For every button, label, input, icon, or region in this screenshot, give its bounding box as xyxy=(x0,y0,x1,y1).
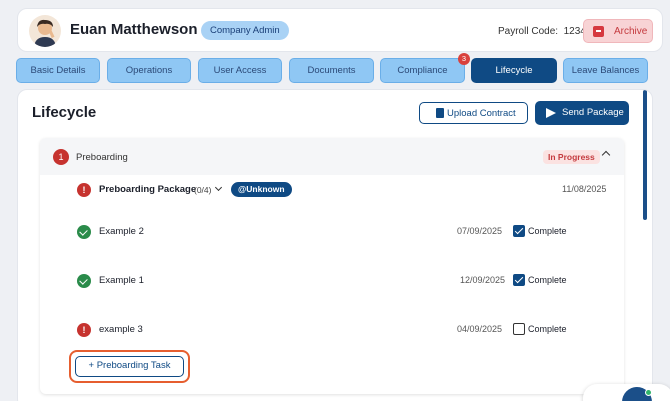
avatar xyxy=(29,15,61,47)
task-date: 07/09/2025 xyxy=(457,226,503,236)
lifecycle-panel: Lifecycle Upload Contract Send Package 1… xyxy=(17,89,653,401)
task-row: example 3 04/09/2025 Complete xyxy=(40,323,624,343)
send-icon xyxy=(546,108,556,118)
add-task-highlight: + Preboarding Task xyxy=(69,350,190,383)
task-date: 04/09/2025 xyxy=(457,324,503,334)
check-circle-icon xyxy=(77,225,91,239)
section-header[interactable]: 1 Preboarding In Progress xyxy=(40,138,624,175)
document-icon xyxy=(436,108,444,118)
archive-icon xyxy=(593,26,604,37)
send-package-button[interactable]: Send Package xyxy=(535,101,629,125)
section-title: Preboarding xyxy=(76,152,128,163)
preboarding-section: 1 Preboarding In Progress Preboarding Pa… xyxy=(40,138,624,394)
package-count: (0/4) xyxy=(194,185,212,195)
chevron-down-icon[interactable] xyxy=(214,183,223,192)
task-title: example 3 xyxy=(99,324,143,335)
tab-leave-balances[interactable]: Leave Balances xyxy=(563,58,648,83)
complete-label: Complete xyxy=(528,275,567,285)
task-date: 12/09/2025 xyxy=(460,275,506,285)
archive-label: Archive xyxy=(614,26,648,37)
role-badge: Company Admin xyxy=(201,21,289,40)
upload-contract-label: Upload Contract xyxy=(447,108,516,119)
warning-icon xyxy=(77,183,91,197)
complete-checkbox[interactable] xyxy=(513,323,525,335)
complete-label: Complete xyxy=(528,324,567,334)
add-preboarding-task-button[interactable]: + Preboarding Task xyxy=(75,356,184,377)
payroll-label: Payroll Code: xyxy=(498,26,559,37)
complete-checkbox[interactable] xyxy=(513,274,525,286)
package-date: 11/08/2025 xyxy=(562,184,607,194)
task-title: Example 1 xyxy=(99,275,144,286)
step-number: 1 xyxy=(53,149,69,165)
check-circle-icon xyxy=(77,274,91,288)
tab-basic-details[interactable]: Basic Details xyxy=(16,58,100,83)
page-title: Lifecycle xyxy=(32,104,97,121)
package-title: Preboarding Package xyxy=(99,184,197,195)
online-indicator xyxy=(645,389,652,396)
task-title: Example 2 xyxy=(99,226,144,237)
package-row: Preboarding Package (0/4) @Unknown 11/08… xyxy=(40,182,624,203)
assignee-badge: @Unknown xyxy=(231,182,292,197)
tab-operations[interactable]: Operations xyxy=(107,58,191,83)
chevron-up-icon[interactable] xyxy=(601,150,611,160)
archive-button[interactable]: Archive xyxy=(583,19,653,43)
complete-checkbox[interactable] xyxy=(513,225,525,237)
compliance-count-badge: 3 xyxy=(458,53,470,65)
profile-header: Euan Matthewson Company Admin Payroll Co… xyxy=(17,8,663,52)
task-row: Example 1 12/09/2025 Complete xyxy=(40,274,624,294)
tab-lifecycle[interactable]: Lifecycle xyxy=(471,58,557,83)
tab-documents[interactable]: Documents xyxy=(289,58,374,83)
user-name: Euan Matthewson xyxy=(70,21,198,38)
complete-label: Complete xyxy=(528,226,567,236)
status-badge: In Progress xyxy=(543,150,600,164)
scrollbar[interactable] xyxy=(643,90,647,220)
send-package-label: Send Package xyxy=(562,107,624,118)
upload-contract-button[interactable]: Upload Contract xyxy=(419,102,528,124)
payroll-code: Payroll Code: 1234 xyxy=(498,26,586,37)
tab-user-access[interactable]: User Access xyxy=(198,58,282,83)
warning-icon xyxy=(77,323,91,337)
task-row: Example 2 07/09/2025 Complete xyxy=(40,225,624,245)
tab-compliance[interactable]: Compliance xyxy=(380,58,465,83)
